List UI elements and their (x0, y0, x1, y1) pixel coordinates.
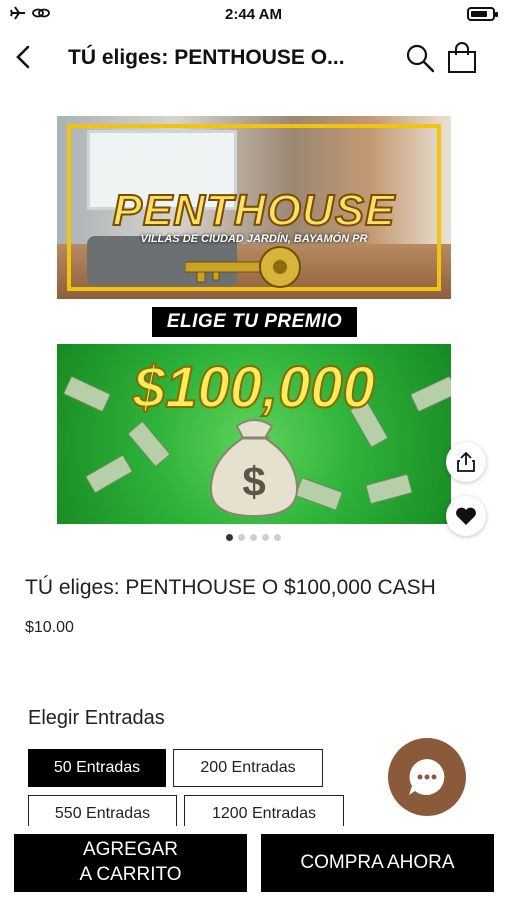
search-button[interactable] (404, 42, 436, 74)
bill-graphic (127, 420, 171, 468)
carousel-indicator (0, 534, 507, 541)
cash-amount: $100,000 (132, 354, 376, 421)
chat-bubble-icon (409, 759, 445, 795)
carousel-dot[interactable] (262, 534, 269, 541)
add-to-cart-button[interactable]: AGREGAR A CARRITO (14, 834, 247, 892)
shopping-bag-icon (448, 42, 476, 73)
svg-text:$: $ (242, 458, 265, 505)
page-title: TÚ eliges: PENTHOUSE O... (68, 46, 345, 69)
penthouse-image[interactable]: PENTHOUSE VILLAS DE CIUDAD JARDÍN, BAYAM… (57, 116, 451, 299)
chat-button[interactable] (388, 738, 466, 816)
bottom-action-bar: AGREGAR A CARRITO COMPRA AHORA (0, 826, 507, 900)
chevron-left-icon (16, 45, 30, 69)
entries-label: Elegir Entradas (28, 707, 165, 729)
carousel-dot[interactable] (226, 534, 233, 541)
buy-now-button[interactable]: COMPRA AHORA (261, 834, 494, 892)
money-bag-icon: $ (209, 419, 299, 518)
search-icon (406, 44, 435, 73)
entry-option-50[interactable]: 50 Entradas (28, 749, 166, 787)
carousel-dot[interactable] (238, 534, 245, 541)
back-button[interactable] (10, 42, 40, 72)
share-icon (457, 451, 475, 472)
cash-image[interactable]: $ $100,000 (57, 344, 451, 524)
favorite-button[interactable] (446, 496, 486, 536)
header: TÚ eliges: PENTHOUSE O... (0, 36, 507, 80)
prize-ribbon: ELIGE TU PREMIO (152, 307, 357, 337)
status-bar: 2:44 AM (0, 0, 507, 30)
product-price: $10.00 (25, 619, 74, 636)
carousel-dot[interactable] (250, 534, 257, 541)
cart-button[interactable] (446, 42, 478, 74)
penthouse-heading: PENTHOUSE (112, 185, 396, 236)
bill-graphic (84, 454, 134, 494)
carousel-dot[interactable] (274, 534, 281, 541)
bill-graphic (365, 473, 413, 505)
share-button[interactable] (446, 442, 486, 482)
key-icon (185, 246, 301, 288)
entry-option-200[interactable]: 200 Entradas (173, 749, 323, 787)
product-name: TÚ eliges: PENTHOUSE O $100,000 CASH (25, 576, 436, 599)
heart-icon (456, 507, 476, 525)
status-time: 2:44 AM (225, 6, 282, 23)
battery-icon (467, 7, 498, 21)
